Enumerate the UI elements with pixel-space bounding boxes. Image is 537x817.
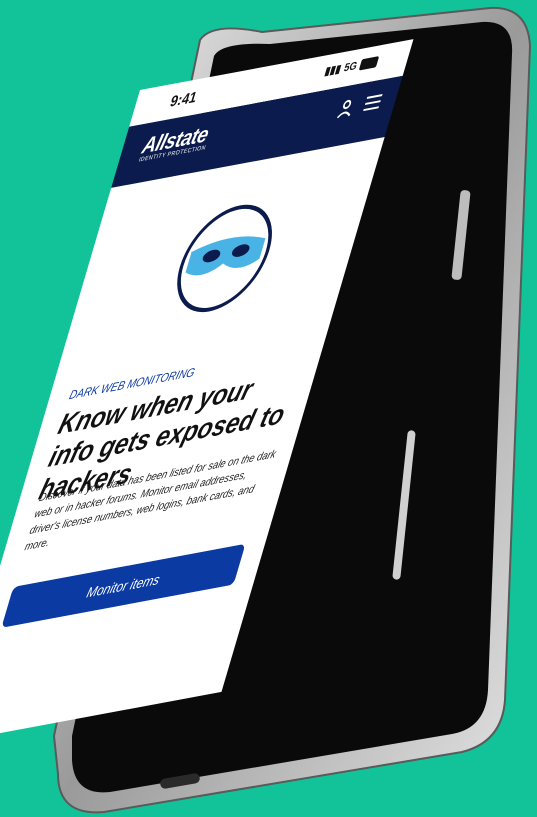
header-actions [335,93,383,122]
menu-icon[interactable] [361,93,383,117]
account-icon[interactable] [335,98,355,122]
monitor-items-button[interactable]: Monitor items [1,543,246,628]
network-label: 5G [342,59,359,75]
signal-icon: ▮▮▮ [323,62,343,79]
brand-logo[interactable]: Allstate IDENTITY PROTECTION [138,121,214,164]
battery-icon [358,56,380,71]
status-signal: ▮▮▮ 5G [323,55,380,79]
bandit-mask-icon [177,204,272,313]
status-time: 9:41 [168,88,199,111]
